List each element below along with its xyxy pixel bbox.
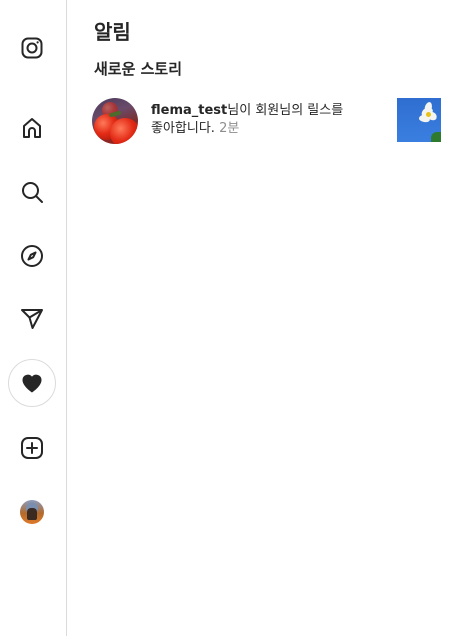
sidebar-item-search[interactable] (8, 168, 56, 216)
notification-text: flema_test님이 회원님의 릴스를 좋아합니다. 2분 (151, 102, 389, 138)
paper-plane-icon (20, 307, 44, 331)
avatar (20, 500, 44, 524)
notification-username[interactable]: flema_test (151, 103, 227, 118)
sidebar-nav (0, 0, 67, 636)
sidebar-item-explore[interactable] (8, 232, 56, 280)
heart-filled-icon (20, 371, 44, 395)
notification-time: 2분 (219, 121, 240, 136)
compass-icon (20, 244, 44, 268)
notification-post-thumbnail[interactable] (397, 98, 441, 142)
notification-item[interactable]: flema_test님이 회원님의 릴스를 좋아합니다. 2분 (92, 98, 443, 144)
plus-square-icon (20, 436, 44, 460)
page-title: 알림 (94, 20, 131, 44)
home-icon (20, 116, 44, 140)
notifications-panel: 알림 새로운 스토리 flema_test님이 회원님의 릴스를 좋아합니다. … (68, 0, 463, 636)
search-icon (20, 180, 44, 204)
sidebar-item-messages[interactable] (8, 295, 56, 343)
sidebar-item-profile[interactable] (8, 488, 56, 536)
sidebar-item-notifications[interactable] (8, 359, 56, 407)
section-title: 새로운 스토리 (94, 60, 183, 78)
instagram-logo-button[interactable] (8, 24, 56, 72)
sidebar-item-create[interactable] (8, 424, 56, 472)
instagram-icon (20, 36, 44, 60)
notification-avatar[interactable] (92, 98, 138, 144)
sidebar-item-home[interactable] (8, 104, 56, 152)
app-root: 알림 새로운 스토리 flema_test님이 회원님의 릴스를 좋아합니다. … (0, 0, 463, 636)
